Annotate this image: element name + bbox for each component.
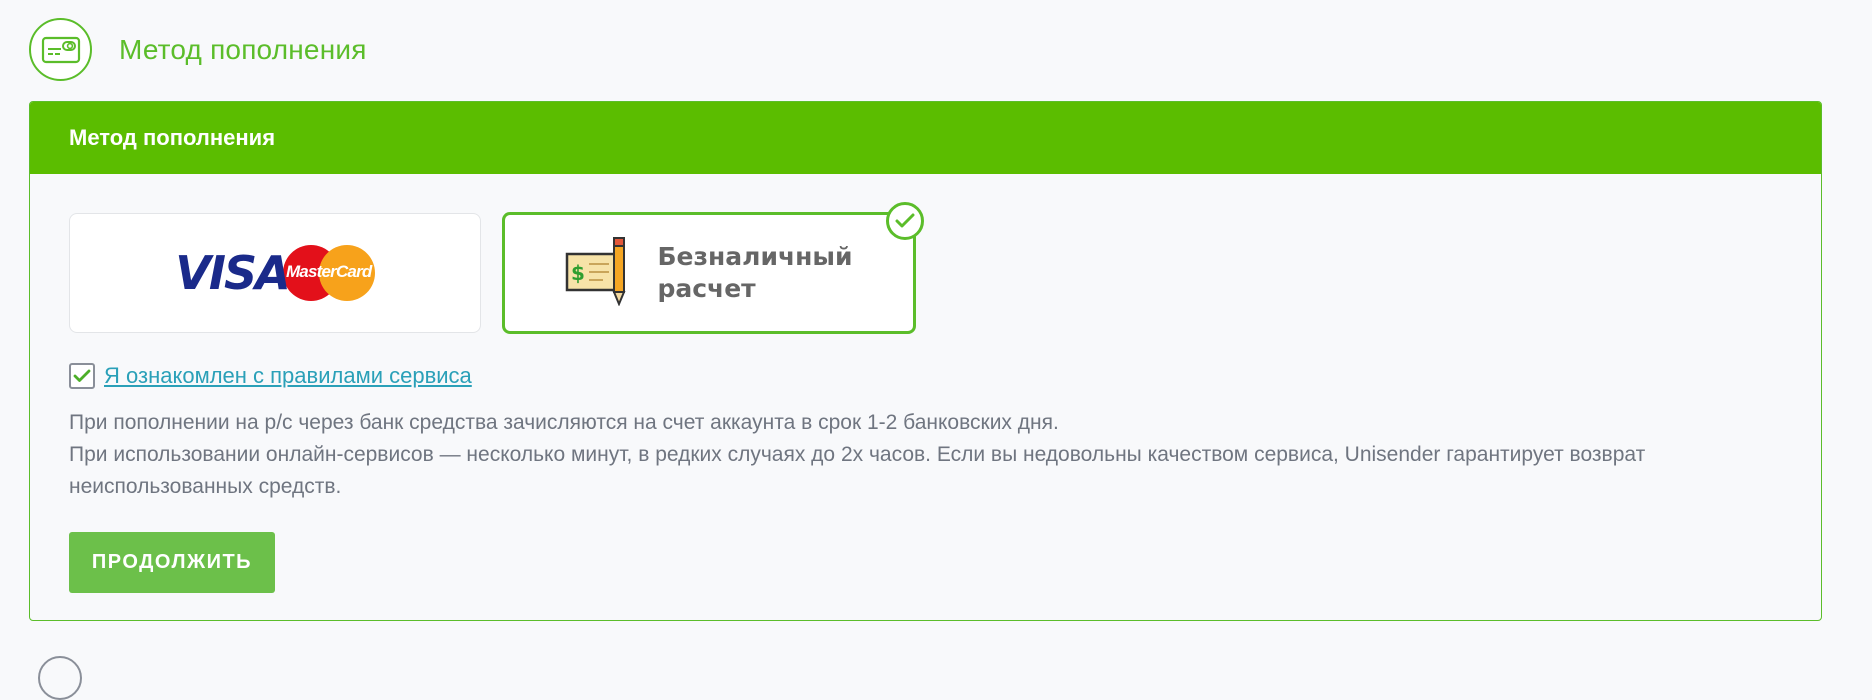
mastercard-logo: MasterCard: [282, 245, 375, 301]
continue-button[interactable]: ПРОДОЛЖИТЬ: [69, 532, 275, 593]
payment-method-panel: Метод пополнения VISA MasterCard $ Безна…: [29, 101, 1822, 621]
section-header: Метод пополнения: [29, 18, 367, 81]
info-text: При пополнении на р/с через банк средств…: [69, 407, 1809, 503]
method-bank-transfer[interactable]: $ Безналичный расчет: [502, 202, 924, 334]
method-visa-mastercard[interactable]: VISA MasterCard: [69, 213, 481, 333]
panel-header: Метод пополнения: [30, 102, 1821, 174]
next-section-icon: [38, 656, 82, 700]
selected-check-icon: [886, 202, 924, 240]
visa-logo: VISA: [175, 246, 290, 300]
check-pencil-icon: $: [565, 236, 631, 311]
bank-transfer-label: Безналичный расчет: [657, 242, 853, 303]
info-line-2: При использовании онлайн-сервисов — неск…: [69, 443, 1646, 498]
info-line-1: При пополнении на р/с через банк средств…: [69, 411, 1059, 434]
agreement-row: Я ознакомлен с правилами сервиса: [69, 363, 472, 389]
section-title: Метод пополнения: [119, 33, 367, 65]
mastercard-text: MasterCard: [285, 262, 372, 281]
terms-link[interactable]: Я ознакомлен с правилами сервиса: [104, 363, 472, 389]
svg-text:$: $: [571, 261, 585, 285]
agreement-checkbox[interactable]: [69, 363, 95, 389]
card-payment-icon: [29, 18, 92, 81]
payment-methods: VISA MasterCard $ Безналичный расчет: [69, 202, 924, 334]
